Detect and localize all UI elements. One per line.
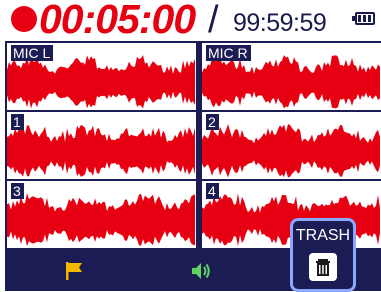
track-label: 1 xyxy=(11,114,24,130)
track-label: MIC L xyxy=(11,45,54,61)
track-3[interactable]: 3 xyxy=(7,181,196,248)
track-label: 4 xyxy=(206,183,219,199)
elapsed-time: 00:05:00 xyxy=(39,0,196,42)
time-separator: / xyxy=(208,0,219,41)
waveform xyxy=(7,181,196,248)
trash-label: TRASH xyxy=(295,227,351,244)
waveform-grid: MIC L MIC R 1 2 3 4 xyxy=(5,41,381,248)
recorder-screen: 00:05:00 / 99:59:59 MIC L MIC R 1 2 3 4 … xyxy=(5,0,381,292)
track-2[interactable]: 2 xyxy=(202,112,381,179)
track-1[interactable]: 1 xyxy=(7,112,196,179)
trash-button[interactable]: TRASH xyxy=(290,218,356,292)
waveform xyxy=(7,112,196,179)
track-mic-r[interactable]: MIC R xyxy=(202,43,381,110)
function-bar: TRASH xyxy=(5,218,381,292)
track-label: MIC R xyxy=(206,45,251,61)
track-label: 3 xyxy=(11,183,24,199)
record-indicator-icon xyxy=(11,6,37,32)
remaining-time: 99:59:59 xyxy=(233,9,327,37)
trash-icon xyxy=(309,253,337,281)
status-header: 00:05:00 / 99:59:59 xyxy=(5,0,381,42)
track-mic-l[interactable]: MIC L xyxy=(7,43,196,110)
speaker-icon[interactable] xyxy=(190,261,212,281)
track-label: 2 xyxy=(206,114,219,130)
flag-icon[interactable] xyxy=(65,261,85,281)
battery-icon xyxy=(352,12,375,25)
waveform xyxy=(202,112,381,179)
